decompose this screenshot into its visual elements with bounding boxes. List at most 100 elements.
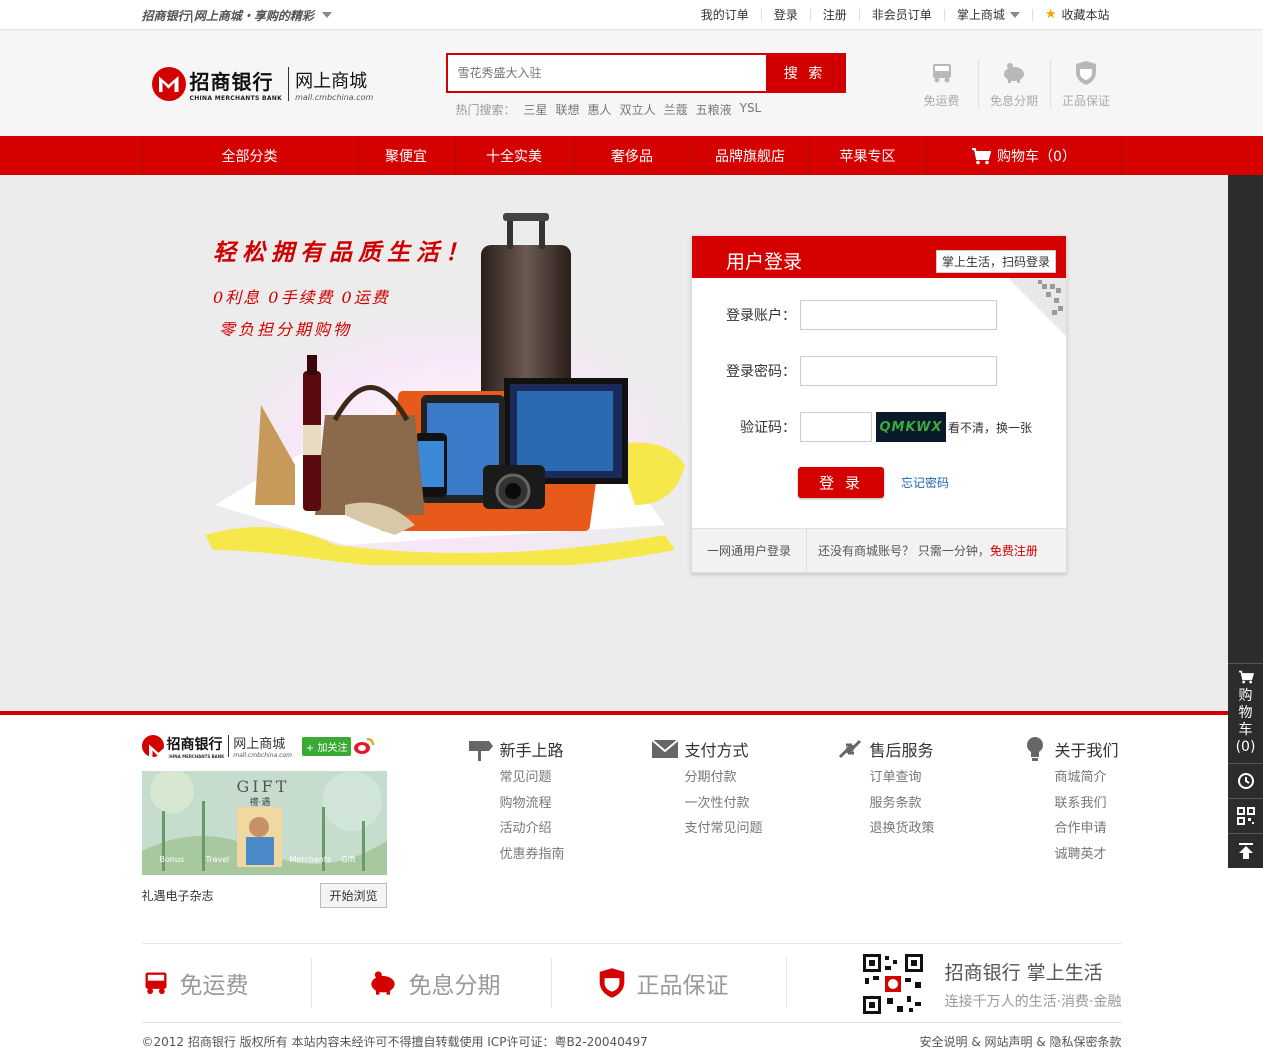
chevron-down-icon — [1009, 12, 1020, 18]
footer-logo-en: CHINA MERCHANTS BANK — [166, 753, 225, 759]
nav-perfect[interactable]: 十全实美 — [456, 136, 574, 175]
magazine-caption-row: 礼遇电子杂志 开始浏览 — [142, 883, 387, 908]
logo-divider — [288, 67, 290, 101]
footer-link[interactable]: 诚聘英才 — [1021, 842, 1131, 868]
footer-col-payment: 支付方式 分期付款 一次性付款 支付常见问题 — [650, 733, 836, 867]
legal-links[interactable]: 安全说明 & 网站声明 & 隐私保密条款 — [920, 1033, 1122, 1049]
footer-link[interactable]: 常见问题 — [466, 765, 651, 791]
footer-perks: 免运费 免息分期 正品保证 招商银行 掌上生活 连接千万人的生活·消费·金融 — [141, 943, 1122, 1023]
magazine-title-cn: 禮·遇 — [249, 798, 271, 808]
perk-label: 免息分期 — [989, 94, 1038, 108]
footer-link[interactable]: 服务条款 — [836, 791, 1021, 817]
back-to-top-button[interactable] — [1228, 833, 1263, 868]
right-sidebar: 购物车 (0) — [1228, 175, 1263, 868]
qrcode-button[interactable] — [1228, 798, 1263, 833]
nav-all-categories[interactable]: 全部分类 — [143, 136, 358, 175]
search-button[interactable]: 搜 索 — [765, 55, 844, 91]
password-label: 登录密码： — [726, 364, 796, 380]
footer-link[interactable]: 合作申请 — [1021, 816, 1131, 842]
account-label: 登录账户： — [726, 308, 796, 324]
register-link[interactable]: 注册 — [809, 9, 859, 21]
account-row: 登录账户： — [726, 300, 997, 330]
envelope-icon — [650, 735, 679, 763]
slogan-text: 招商银行|网上商城・享购的精彩 — [141, 8, 314, 23]
captcha-image[interactable]: QMKWX — [876, 412, 946, 442]
top-links: 我的订单 登录 注册 非会员订单 掌上商城 ★ 收藏本站 — [689, 8, 1122, 21]
copyright-bar: ©2012 招商银行 版权所有 本站内容未经许可不得擅自转载使用 ICP许可证：… — [142, 1033, 1122, 1049]
nav-luxury[interactable]: 奢侈品 — [574, 136, 692, 175]
browse-magazine-button[interactable]: 开始浏览 — [320, 883, 387, 908]
piggy-bank-icon — [979, 60, 1050, 86]
logo-en: CHINA MERCHANTS BANK — [189, 95, 283, 102]
footer-link[interactable]: 分期付款 — [651, 765, 836, 791]
hot-keyword[interactable]: 兰蔻 — [664, 101, 688, 118]
scan-login-button[interactable]: 掌上生活，扫码登录 — [935, 250, 1056, 273]
footer: 招商银行 CHINA MERCHANTS BANK 网上商城 mall.cmbc… — [0, 715, 1263, 1049]
nav-group-buy[interactable]: 聚便宜 — [358, 136, 456, 175]
hot-search-label: 热门搜索： — [455, 103, 516, 117]
site-logo[interactable]: 招商银行 CHINA MERCHANTS BANK 网上商城 mall.cmbc… — [151, 66, 374, 102]
hot-keyword[interactable]: 联想 — [556, 101, 580, 118]
hot-keyword[interactable]: 三星 — [524, 101, 548, 118]
alt-login-link[interactable]: 一网通用户登录 — [692, 528, 807, 573]
nav-apple-zone[interactable]: 苹果专区 — [810, 136, 927, 175]
captcha-label: 验证码： — [740, 420, 796, 436]
nav-brand-stores[interactable]: 品牌旗舰店 — [692, 136, 810, 175]
gift-magazine-cover[interactable]: GIFT 禮·遇 Bonus Travel Merchants Gift — [141, 771, 387, 875]
search-input[interactable] — [447, 55, 766, 91]
footer-link[interactable]: 活动介绍 — [466, 816, 651, 842]
header-perks: 免运费 免息分期 正品保证 — [906, 60, 1122, 109]
footer-link[interactable]: 购物流程 — [466, 791, 651, 817]
magazine-title: GIFT — [236, 777, 290, 796]
my-orders-link[interactable]: 我的订单 — [689, 9, 761, 21]
footer-link[interactable]: 退换货政策 — [836, 816, 1021, 842]
hot-keyword[interactable]: 惠人 — [588, 101, 612, 118]
forgot-password-link[interactable]: 忘记密码 — [901, 474, 949, 491]
magazine-word: Merchants — [289, 855, 332, 864]
login-submit-button[interactable]: 登 录 — [798, 467, 884, 498]
chevron-down-icon[interactable] — [321, 12, 332, 18]
copyright-text: ©2012 招商银行 版权所有 本站内容未经许可不得擅自转载使用 ICP许可证：… — [141, 1035, 648, 1049]
weibo-follow-button[interactable]: + 加关注 — [301, 736, 352, 756]
magazine-caption: 礼遇电子杂志 — [141, 889, 214, 903]
register-prompt: 还没有商城账号？ 只需一分钟，免费注册 — [807, 542, 1038, 559]
login-panel: 用户登录 掌上生活，扫码登录 登录账户： 登录密码： 验证码： QMKWX 看不… — [691, 235, 1067, 573]
nav-cart[interactable]: 购物车（0） — [927, 136, 1122, 175]
footer-link[interactable]: 支付常见问题 — [651, 816, 836, 842]
refresh-captcha-link[interactable]: 看不清，换一张 — [948, 419, 1032, 436]
qr-corner-icon[interactable] — [1008, 278, 1066, 336]
history-icon — [1237, 773, 1254, 789]
mobile-mall-dropdown[interactable]: 掌上商城 — [943, 9, 1032, 21]
footer-link[interactable]: 一次性付款 — [651, 791, 836, 817]
free-register-link[interactable]: 免费注册 — [990, 544, 1038, 558]
hot-keyword[interactable]: 双立人 — [620, 101, 656, 118]
account-input[interactable] — [800, 300, 997, 330]
hot-keyword[interactable]: YSL — [740, 101, 762, 118]
footer-link[interactable]: 订单查询 — [836, 765, 1021, 791]
history-button[interactable] — [1228, 763, 1263, 798]
promo-headline: 轻松拥有品质生活！ — [213, 239, 474, 266]
app-subtitle: 连接千万人的生活·消费·金融 — [944, 993, 1122, 1010]
password-row: 登录密码： — [726, 356, 997, 386]
hot-keyword[interactable]: 五粮液 — [696, 101, 732, 118]
login-link[interactable]: 登录 — [760, 9, 810, 21]
magazine-word: Bonus — [159, 855, 185, 864]
weibo-icon[interactable] — [353, 737, 375, 755]
app-qrcode-image[interactable] — [860, 952, 925, 1016]
bookmark-link[interactable]: ★ 收藏本站 — [1031, 8, 1122, 21]
sidebar-cart[interactable]: 购物车 (0) — [1228, 663, 1263, 763]
sidebar-cart-label: 购物车 — [1238, 688, 1253, 738]
magazine-word: Travel — [205, 855, 230, 864]
footer-logo[interactable]: 招商银行 CHINA MERCHANTS BANK 网上商城 mall.cmbc… — [141, 733, 387, 759]
footer-col-title: 售后服务 — [869, 741, 934, 760]
logo-mall-cn: 网上商城 — [295, 70, 368, 92]
footer-link[interactable]: 商城简介 — [1021, 765, 1131, 791]
footer-link[interactable]: 优惠券指南 — [466, 842, 651, 868]
logo-mall-url: mall.cmbchina.com — [295, 92, 374, 102]
promo-text: 轻松拥有品质生活！ 0利息 0手续费 0运费 零负担分期购物 — [213, 233, 474, 340]
captcha-input[interactable] — [800, 412, 872, 442]
password-input[interactable] — [800, 356, 997, 386]
footer-link[interactable]: 联系我们 — [1021, 791, 1131, 817]
guest-orders-link[interactable]: 非会员订单 — [858, 9, 944, 21]
perk-genuine: 正品保证 — [1049, 60, 1122, 109]
